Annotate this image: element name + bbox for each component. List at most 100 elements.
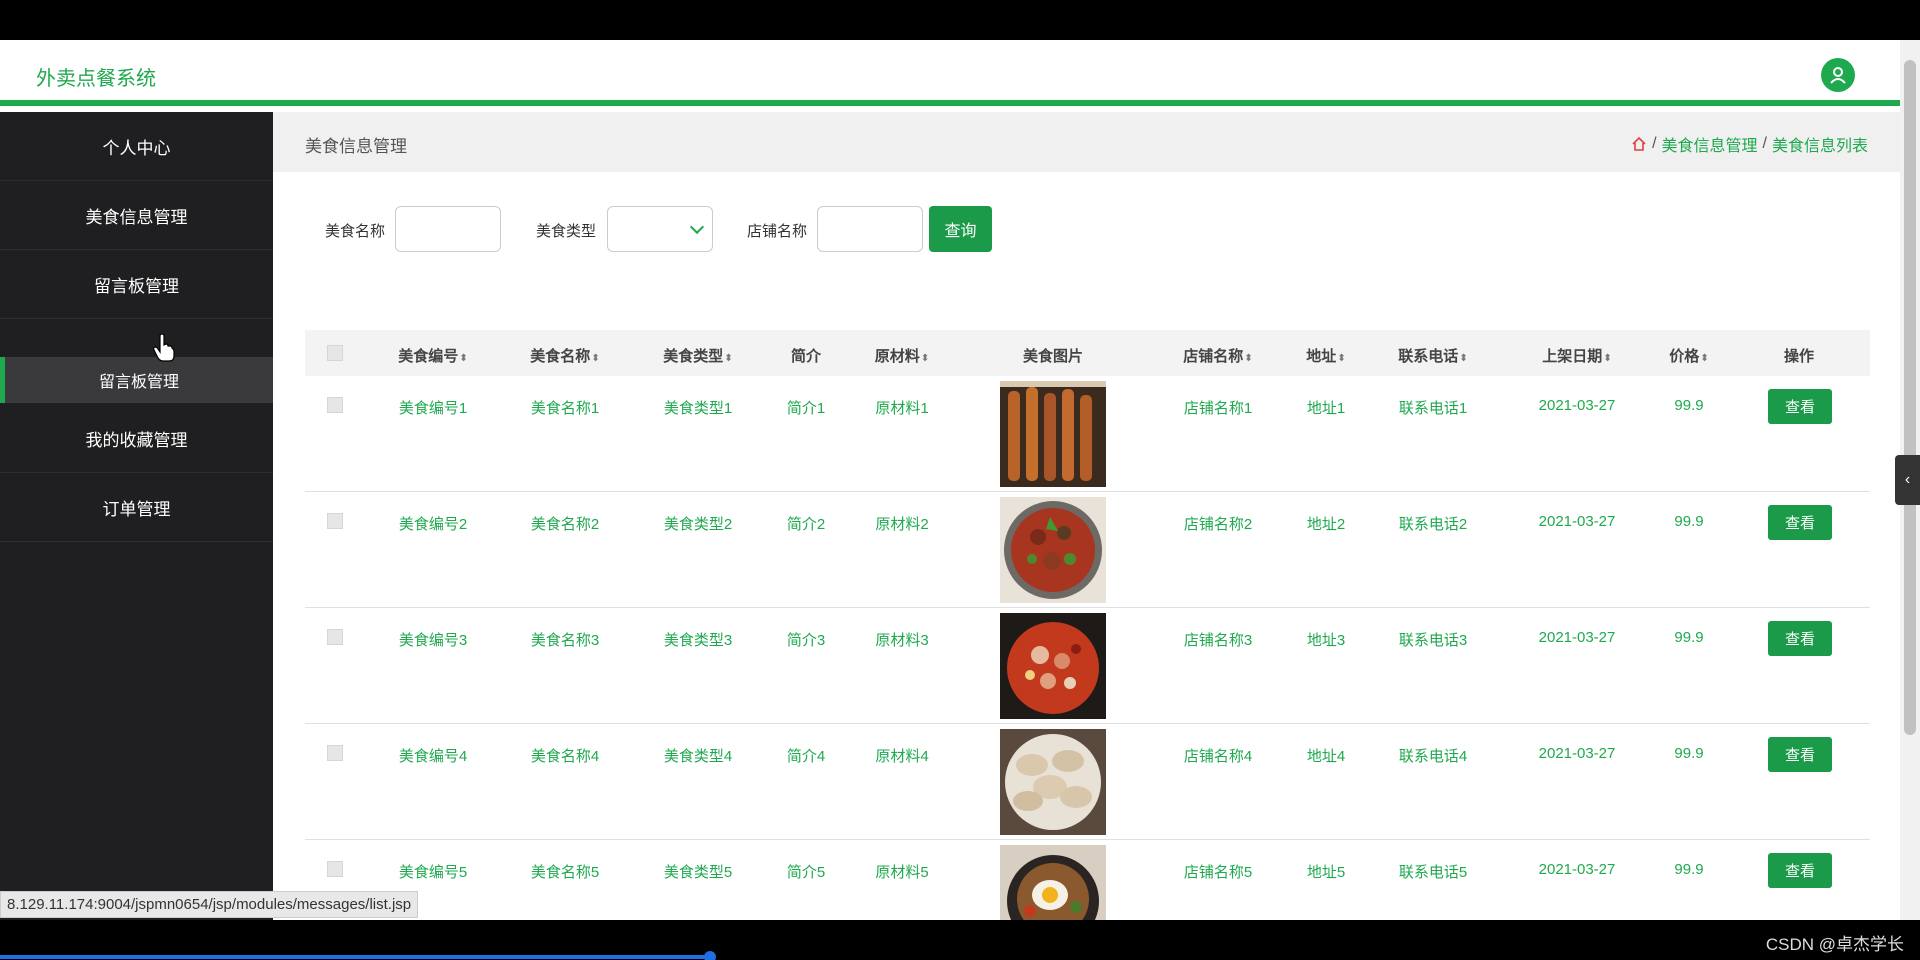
food-type-select[interactable]	[607, 206, 713, 252]
cell-name: 美食名称4	[530, 748, 600, 765]
column-header-name[interactable]: 美食名称⬍	[530, 345, 599, 366]
food-name-input[interactable]	[395, 206, 501, 252]
user-icon	[1830, 67, 1846, 84]
view-button[interactable]: 查看	[1768, 737, 1832, 772]
cell-type: 美食类型3	[663, 632, 733, 649]
sort-icon: ⬍	[1603, 353, 1612, 364]
cell-intro: 简介5	[786, 864, 826, 881]
top-letterbox	[0, 0, 1920, 40]
cell-date: 2021-03-27	[1538, 861, 1616, 878]
chevron-down-icon	[689, 219, 705, 235]
user-avatar[interactable]	[1821, 58, 1855, 92]
column-header-date[interactable]: 上架日期⬍	[1542, 345, 1611, 366]
cell-id: 美食编号5	[398, 864, 468, 881]
cell-id: 美食编号3	[398, 632, 468, 649]
column-header-label: 简介	[790, 348, 822, 365]
select-all-checkbox[interactable]	[327, 345, 343, 361]
column-header-type[interactable]: 美食类型⬍	[663, 345, 732, 366]
column-header-address[interactable]: 地址⬍	[1306, 345, 1345, 366]
view-button[interactable]: 查看	[1768, 853, 1832, 888]
cell-intro: 简介2	[786, 516, 826, 533]
cell-id: 美食编号1	[398, 400, 468, 417]
column-header-label: 操作	[1783, 348, 1815, 365]
column-header-phone[interactable]: 联系电话⬍	[1398, 345, 1467, 366]
sort-icon: ⬍	[591, 353, 600, 364]
sidebar-item-message-board[interactable]: 留言板管理	[0, 250, 273, 319]
row-checkbox[interactable]	[327, 397, 343, 413]
shop-name-input[interactable]	[817, 206, 923, 252]
bottom-letterbox	[0, 920, 1920, 960]
cell-phone: 联系电话3	[1398, 632, 1468, 649]
sidebar-item-label: 留言板管理	[94, 276, 179, 296]
sidebar-item-orders[interactable]: 订单管理	[0, 473, 273, 542]
cell-material: 原材料4	[875, 748, 929, 765]
row-checkbox[interactable]	[327, 513, 343, 529]
cell-price: 99.9	[1674, 513, 1704, 530]
sidebar-item-personal-center[interactable]: 个人中心	[0, 112, 273, 181]
breadcrumb-item-food-management[interactable]: 美食信息管理	[1662, 132, 1758, 156]
column-header-image: 美食图片	[1023, 345, 1083, 366]
view-button[interactable]: 查看	[1768, 621, 1832, 656]
sidebar-item-food-management[interactable]: 美食信息管理	[0, 181, 273, 250]
food-image-spicy-meat-bowl	[1000, 497, 1106, 603]
sort-icon: ⬍	[1459, 353, 1468, 364]
search-form: 美食名称 美食类型 店铺名称 查询	[273, 206, 1900, 254]
cell-name: 美食名称1	[530, 400, 600, 417]
video-progress-handle[interactable]	[704, 951, 716, 960]
cell-id: 美食编号4	[398, 748, 468, 765]
breadcrumb-separator: /	[1762, 135, 1767, 152]
cell-intro: 简介3	[786, 632, 826, 649]
search-button[interactable]: 查询	[929, 206, 992, 252]
column-header-label: 美食名称	[530, 348, 591, 365]
row-checkbox[interactable]	[327, 745, 343, 761]
cell-name: 美食名称2	[530, 516, 600, 533]
cell-address: 地址1	[1306, 400, 1346, 417]
sidebar-item-label: 个人中心	[102, 138, 171, 158]
panel-toggle-button[interactable]: ‹	[1895, 455, 1920, 505]
food-type-label: 美食类型	[536, 223, 597, 240]
column-header-material[interactable]: 原材料⬍	[875, 345, 929, 366]
food-image-dumplings-plate	[1000, 729, 1106, 835]
sidebar-item-favorites[interactable]: 我的收藏管理	[0, 404, 273, 473]
cell-shop: 店铺名称3	[1183, 632, 1253, 649]
cell-type: 美食类型2	[663, 516, 733, 533]
cell-material: 原材料2	[875, 516, 929, 533]
sort-icon: ⬍	[1244, 353, 1253, 364]
video-progress-bar[interactable]	[0, 955, 710, 959]
sort-icon: ⬍	[724, 353, 733, 364]
column-header-label: 美食图片	[1022, 348, 1084, 365]
column-header-shop[interactable]: 店铺名称⬍	[1183, 345, 1252, 366]
column-header-label: 美食编号	[398, 348, 459, 365]
sidebar-subitem-message-board[interactable]: 留言板管理	[0, 357, 273, 403]
sort-icon: ⬍	[459, 353, 468, 364]
view-button[interactable]: 查看	[1768, 505, 1832, 540]
breadcrumb-item-food-list[interactable]: 美食信息列表	[1772, 132, 1868, 156]
row-checkbox[interactable]	[327, 629, 343, 645]
food-image-bibimbap-egg	[1000, 845, 1106, 920]
breadcrumb: / 美食信息管理 / 美食信息列表	[1631, 132, 1868, 156]
cell-type: 美食类型5	[663, 864, 733, 881]
food-image-pepper-crayfish-pot	[1000, 613, 1106, 719]
cell-id: 美食编号2	[398, 516, 468, 533]
status-url: 8.129.11.174:9004/jspmn0654/jsp/modules/…	[0, 891, 419, 918]
food-image-grilled-skewers	[1000, 381, 1106, 487]
breadcrumb-separator: /	[1652, 135, 1657, 152]
sidebar-item-label: 美食信息管理	[85, 207, 188, 227]
view-button[interactable]: 查看	[1768, 389, 1832, 424]
column-header-label: 联系电话	[1398, 348, 1459, 365]
scrollbar-thumb[interactable]	[1904, 60, 1916, 735]
column-header-price[interactable]: 价格⬍	[1669, 345, 1708, 366]
food-name-label: 美食名称	[325, 223, 386, 240]
table-row: 美食编号4 美食名称4 美食类型4 简介4 原材料4 店铺名称4 地址4 联系电…	[305, 724, 1870, 840]
cell-phone: 联系电话5	[1398, 864, 1468, 881]
main-content: 美食信息管理 / 美食信息管理 / 美食信息列表 美食名称 美食类型 店铺名称 …	[273, 112, 1900, 920]
home-icon[interactable]	[1631, 136, 1647, 152]
cell-price: 99.9	[1674, 745, 1704, 762]
sort-icon: ⬍	[1700, 353, 1709, 364]
cell-phone: 联系电话1	[1398, 400, 1468, 417]
column-header-id[interactable]: 美食编号⬍	[398, 345, 467, 366]
sidebar: 个人中心 美食信息管理 留言板管理 留言板管理 我的收藏管理 订单管理	[0, 112, 273, 920]
breadcrumb-bar: 美食信息管理 / 美食信息管理 / 美食信息列表	[273, 112, 1900, 172]
row-checkbox[interactable]	[327, 861, 343, 877]
cell-name: 美食名称3	[530, 632, 600, 649]
